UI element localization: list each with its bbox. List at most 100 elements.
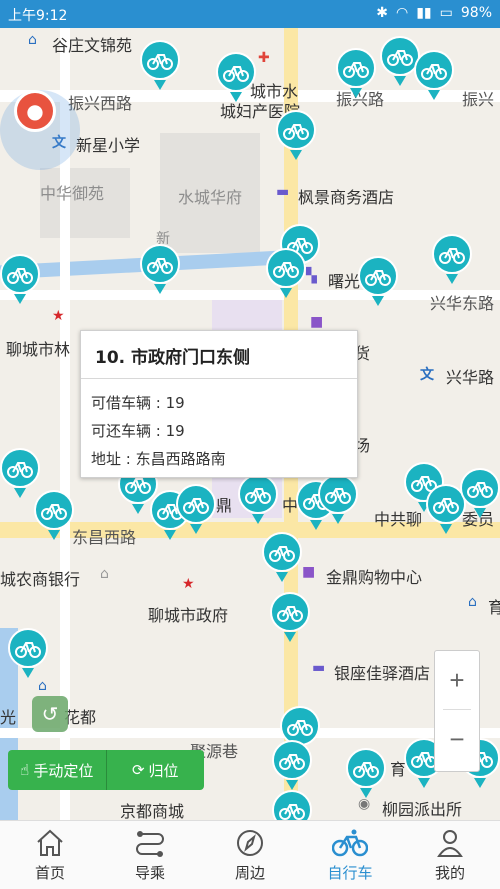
road [0,290,500,300]
tab-guide[interactable]: 导乘 [100,821,200,889]
map-label: 聊城市林 [6,340,71,359]
bike-station-pin[interactable] [276,110,316,160]
bike-station-pin[interactable] [346,748,386,798]
location-button-group: ☝ 手动定位 ⟳ 归位 [8,750,204,790]
bike-station-pin[interactable] [176,484,216,534]
school-icon: 文 [420,367,434,383]
bike-station-pin[interactable] [238,474,278,524]
bike-station-pin[interactable] [414,50,454,100]
bike-station-pin[interactable] [216,52,256,102]
bike-station-pin[interactable] [140,244,180,294]
bicycle-icon [262,532,302,572]
bicycle-icon [238,474,278,514]
battery-percentage: 98% [460,5,492,21]
bike-station-pin[interactable] [318,474,358,524]
map-label: 东昌西路 [72,528,137,547]
status-bar: 上午9:12 ✱ ◠ ▮▮ ▭ 98% [0,0,500,28]
location-pin-icon[interactable]: ● [14,90,56,132]
divider [81,378,357,379]
map-label: 金鼎购物中心 [326,568,423,587]
bicycle-icon [272,790,312,820]
map-label: 兴华路 [446,368,495,387]
bike-station-pin[interactable] [262,532,302,582]
bike-station-pin[interactable] [0,254,40,304]
bicycle-icon [346,748,386,788]
map-label: 兴华东路 [430,294,495,313]
map-view[interactable]: 谷庄文锦苑 ⌂ 振兴西路 ✚ 城市水 城妇产医院 振兴路 振兴 文 新星小学 中… [0,28,500,820]
bicycle-icon [414,50,454,90]
bike-station-pin[interactable] [8,628,48,678]
rotate-button[interactable]: ↺ [32,696,68,732]
borrowable-count: 可借车辆 : 19 [91,394,185,412]
manual-locate-button[interactable]: ☝ 手动定位 [8,750,106,790]
hotel-icon: ▬ [312,660,326,676]
zoom-out-button[interactable]: − [435,710,479,768]
shopping-icon: ■ [310,314,324,330]
road [0,728,500,738]
map-label: 柳园派出所 [382,800,463,819]
bicycle-icon [336,48,376,88]
returnable-count: 可还车辆 : 19 [91,422,185,440]
bike-station-pin[interactable] [272,790,312,820]
bluetooth-icon: ✱ [376,5,388,21]
battery-icon: ▭ [439,5,453,21]
route-icon [136,831,164,857]
map-label: 育 [488,598,500,617]
police-icon: ◉ [358,796,371,812]
tab-profile[interactable]: 我的 [400,821,500,889]
government-star-icon: ★ [52,308,65,324]
home-poi-icon: ⌂ [468,594,477,610]
reset-label: 归位 [148,761,179,780]
bike-station-pin[interactable] [266,248,306,298]
map-label: 花都 [64,708,97,727]
bike-station-pin[interactable] [460,468,500,518]
bike-station-pin[interactable] [34,490,74,540]
bottom-tab-bar: 首页 导乘 周边 自行车 我的 [0,820,500,889]
map-label: 谷庄文锦苑 [52,36,133,55]
home-poi-icon: ⌂ [28,32,37,48]
map-label: 聊城市政府 [148,606,229,625]
home-icon [37,829,63,856]
wifi-icon: ◠ [396,5,409,21]
bicycle-icon [0,254,40,294]
bike-station-pin[interactable] [270,592,310,642]
tab-bicycle[interactable]: 自行车 [300,821,400,889]
zoom-in-button[interactable]: + [435,651,479,709]
tab-nearby[interactable]: 周边 [200,821,300,889]
map-label: 振兴 [462,90,495,109]
bicycle-icon [276,110,316,150]
tab-label: 我的 [434,864,465,882]
bike-station-pin[interactable] [336,48,376,98]
bicycle-icon [272,740,312,780]
bicycle-icon [176,484,216,524]
signal-icon: ▮▮ [416,5,432,21]
tab-label: 导乘 [134,864,165,882]
hospital-icon: ✚ [258,50,270,66]
bicycle-icon [216,52,256,92]
zoom-controls: + − [434,650,480,772]
bicycle-icon [460,468,500,508]
bike-station-pin[interactable] [140,40,180,90]
map-label: 新星小学 [76,136,141,155]
tab-home[interactable]: 首页 [0,821,100,889]
map-label: 城农商银行 [0,570,81,589]
rotate-icon: ↺ [41,702,59,726]
tab-label: 自行车 [327,864,373,882]
bicycle-icon [318,474,358,514]
manual-locate-label: 手动定位 [33,761,94,780]
bicycle-icon [8,628,48,668]
bike-station-pin[interactable] [272,740,312,790]
bike-station-pin[interactable] [358,256,398,306]
station-address: 地址 : 东昌西路路南 [91,450,226,468]
government-star-icon: ★ [182,576,195,592]
bike-station-pin[interactable] [432,234,472,284]
bicycle-icon [270,592,310,632]
bicycle-icon [358,256,398,296]
bicycle-icon [140,40,180,80]
tab-label: 首页 [34,864,65,882]
bank-icon: ⌂ [100,566,109,582]
shopping-icon: ■ [302,564,316,580]
bicycle-icon [266,248,306,288]
station-info-popup[interactable]: 10. 市政府门口东侧 可借车辆 : 19 可还车辆 : 19 地址 : 东昌西… [80,330,358,478]
reset-location-button[interactable]: ⟳ 归位 [107,750,205,790]
